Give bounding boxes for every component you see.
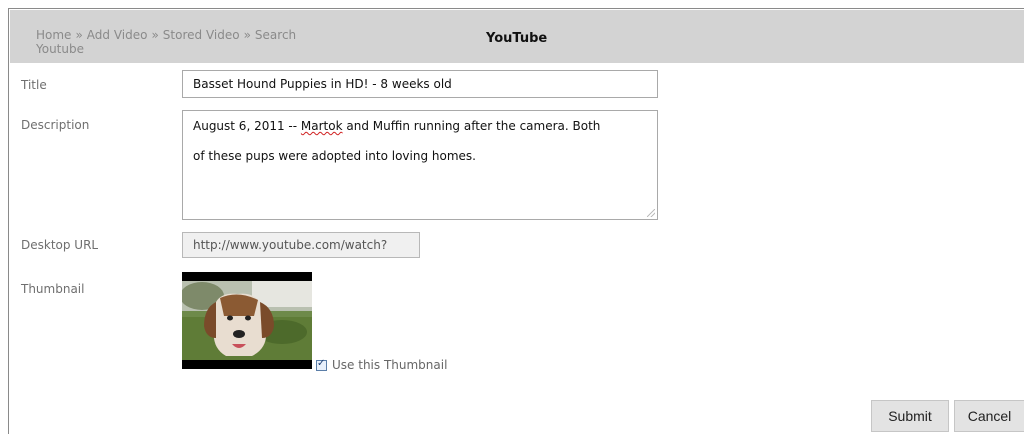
- breadcrumb: Home» Add Video» Stored Video» Search Youtu…: [36, 28, 336, 56]
- thumbnail-image: [182, 272, 312, 369]
- video-thumbnail: [182, 272, 312, 369]
- use-thumbnail-label: Use this Thumbnail: [332, 358, 448, 372]
- page-header: Home» Add Video» Stored Video» Search Youtu…: [10, 10, 1024, 63]
- desktop-url-label: Desktop URL: [21, 238, 99, 252]
- spellcheck-word: Martok: [300, 119, 343, 133]
- description-textarea[interactable]: August 6, 2011 -- Martok and Muffin runn…: [182, 110, 658, 220]
- cancel-button[interactable]: Cancel: [954, 400, 1024, 432]
- desktop-url-field[interactable]: [182, 232, 420, 258]
- page-title: YouTube: [486, 31, 548, 46]
- description-line-1: August 6, 2011 -- Martok and Muffin runn…: [193, 111, 647, 141]
- breadcrumb-stored-video[interactable]: Stored Video: [163, 28, 240, 42]
- breadcrumb-home[interactable]: Home: [36, 28, 71, 42]
- thumbnail-label: Thumbnail: [21, 282, 85, 296]
- description-label: Description: [21, 118, 90, 132]
- breadcrumb-add-video[interactable]: Add Video: [87, 28, 148, 42]
- breadcrumb-separator: »: [243, 28, 251, 42]
- title-input[interactable]: [182, 70, 658, 98]
- title-label: Title: [21, 78, 47, 92]
- breadcrumb-separator: »: [75, 28, 83, 42]
- description-text: and Muffin running after the camera. Bot…: [342, 119, 601, 133]
- resize-grip-icon[interactable]: [647, 209, 655, 217]
- page-frame: Home» Add Video» Stored Video» Search Youtu…: [8, 8, 1024, 434]
- submit-button[interactable]: Submit: [871, 400, 949, 432]
- breadcrumb-separator: »: [151, 28, 159, 42]
- use-thumbnail-checkbox[interactable]: [316, 358, 327, 371]
- use-thumbnail-option[interactable]: Use this Thumbnail: [316, 358, 447, 372]
- description-text: August 6, 2011 --: [193, 119, 301, 133]
- description-line-2: of these pups were adopted into loving h…: [193, 149, 476, 163]
